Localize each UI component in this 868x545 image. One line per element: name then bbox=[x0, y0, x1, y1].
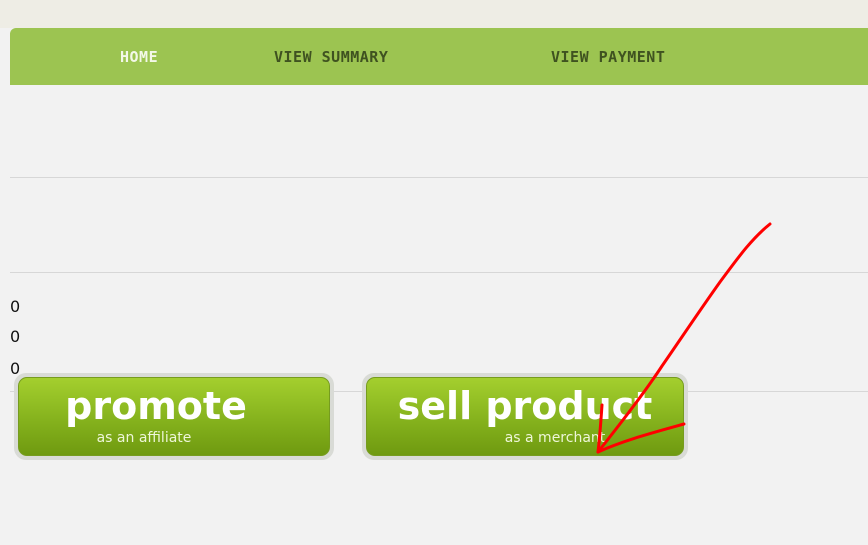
value-1: 0 bbox=[10, 297, 21, 316]
content-area: 0 0 0 bbox=[0, 85, 868, 545]
value-2: 0 bbox=[10, 327, 21, 346]
promote-button-face[interactable]: promote as an affiliate bbox=[18, 377, 330, 456]
promote-button-label: promote bbox=[65, 384, 247, 428]
nav-home-link[interactable]: HOME bbox=[120, 28, 158, 85]
sell-product-button-label: sell product bbox=[397, 384, 653, 428]
top-strip bbox=[0, 0, 868, 28]
divider bbox=[10, 272, 868, 273]
sell-product-button-face[interactable]: sell product as a merchant bbox=[366, 377, 684, 456]
promote-button-sublabel: as an affiliate bbox=[96, 430, 192, 446]
nav-view-summary-link[interactable]: VIEW SUMMARY bbox=[274, 28, 388, 85]
promote-button[interactable]: promote as an affiliate bbox=[14, 373, 334, 460]
nav-view-payment-link[interactable]: VIEW PAYMENT bbox=[551, 28, 665, 85]
sell-product-button[interactable]: sell product as a merchant bbox=[362, 373, 688, 460]
divider bbox=[10, 177, 868, 178]
sell-product-button-sublabel: as a merchant bbox=[504, 430, 606, 446]
nav-bar: HOME VIEW SUMMARY VIEW PAYMENT bbox=[10, 28, 868, 85]
